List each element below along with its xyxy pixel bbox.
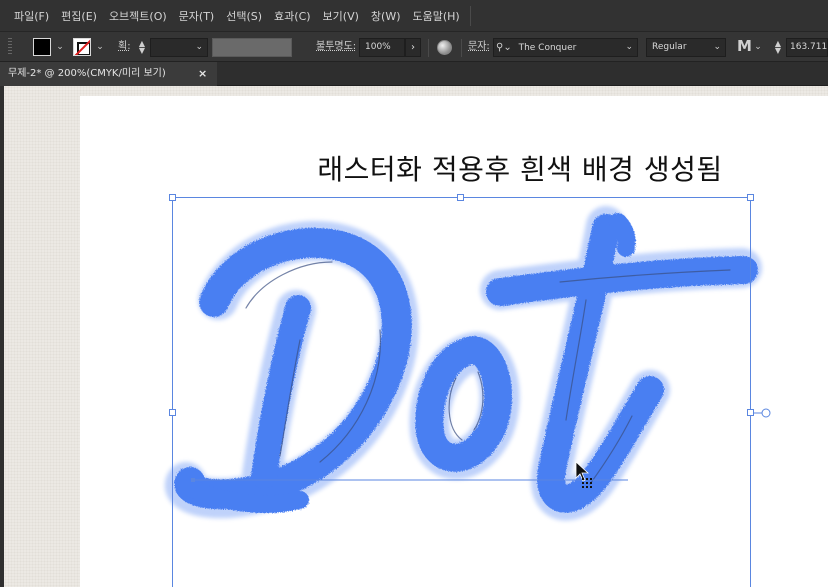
- fill-dropdown-chevron-icon[interactable]: ⌄: [54, 40, 66, 54]
- chevron-down-icon: ⌄: [625, 42, 633, 52]
- menu-bar: 파일(F) 편집(E) 오브젝트(O) 문자(T) 선택(S) 효과(C) 보기…: [0, 0, 828, 32]
- opacity-menu-button[interactable]: ›: [405, 38, 421, 57]
- stroke-dropdown-chevron-icon[interactable]: ⌄: [94, 40, 106, 54]
- menu-file[interactable]: 파일(F): [8, 5, 55, 27]
- menu-type[interactable]: 문자(T): [173, 5, 221, 27]
- font-size-spinner-icon[interactable]: ▲ ▼: [773, 40, 783, 56]
- font-style-value: Regular: [652, 42, 687, 52]
- artboard-title-text[interactable]: 래스터화 적용후 흰색 배경 생성됨: [80, 148, 828, 188]
- menu-view[interactable]: 보기(V): [317, 5, 365, 27]
- opacity-label[interactable]: 불투명도:: [316, 41, 356, 53]
- panel-grip-icon[interactable]: [8, 38, 12, 56]
- font-family-value: The Conquer: [518, 43, 577, 53]
- handle-middle-right[interactable]: [747, 409, 754, 416]
- fill-swatch-icon[interactable]: [33, 38, 51, 56]
- stroke-spinner-icon[interactable]: ▲ ▼: [137, 40, 147, 56]
- divider: [461, 39, 462, 57]
- menu-divider: [470, 6, 471, 26]
- font-size-chevron-icon[interactable]: ⌄: [752, 40, 764, 54]
- stroke-label[interactable]: 획:: [118, 41, 131, 53]
- stroke-none-swatch-icon[interactable]: [73, 38, 91, 56]
- document-tab-title: 무제-2* @ 200%(CMYK/미리 보기): [8, 68, 166, 79]
- globe-icon[interactable]: [437, 40, 452, 55]
- menu-object[interactable]: 오브젝트(O): [103, 5, 173, 27]
- close-icon[interactable]: ×: [198, 62, 207, 86]
- text-type-handle[interactable]: [761, 408, 771, 418]
- variable-width-profile-field[interactable]: ⌄: [212, 38, 292, 57]
- search-icon: ⚲⌄: [496, 42, 512, 53]
- opacity-field[interactable]: 100%: [359, 38, 405, 57]
- font-family-field[interactable]: ⚲⌄ The Conquer ⌄: [493, 38, 638, 57]
- menu-select[interactable]: 선택(S): [220, 5, 268, 27]
- handle-top-right[interactable]: [747, 194, 754, 201]
- divider: [428, 39, 429, 57]
- font-size-field[interactable]: 163.711: [786, 38, 828, 57]
- handle-middle-left[interactable]: [169, 409, 176, 416]
- menu-help[interactable]: 도움말(H): [407, 5, 466, 27]
- chevron-down-icon: ⌄: [195, 42, 203, 52]
- chevron-down-icon: ⌄: [713, 42, 721, 52]
- document-tab[interactable]: 무제-2* @ 200%(CMYK/미리 보기) ×: [0, 62, 217, 86]
- stroke-weight-field[interactable]: ⌄: [150, 38, 208, 57]
- menu-window[interactable]: 창(W): [365, 5, 407, 27]
- control-bar: ⌄ ⌄ 획: ▲▼ ⌄ ⌄ 불투명도: 100% › 문자: ⚲⌄ The Co…: [0, 32, 828, 62]
- document-tab-strip: 무제-2* @ 200%(CMYK/미리 보기) ×: [0, 62, 828, 86]
- handle-top-center[interactable]: [457, 194, 464, 201]
- character-label[interactable]: 문자:: [468, 41, 490, 53]
- font-style-field[interactable]: Regular ⌄: [646, 38, 726, 57]
- menu-edit[interactable]: 편집(E): [55, 5, 103, 27]
- menu-effect[interactable]: 효과(C): [268, 5, 317, 27]
- font-size-icon: M: [737, 37, 752, 55]
- handle-top-left[interactable]: [169, 194, 176, 201]
